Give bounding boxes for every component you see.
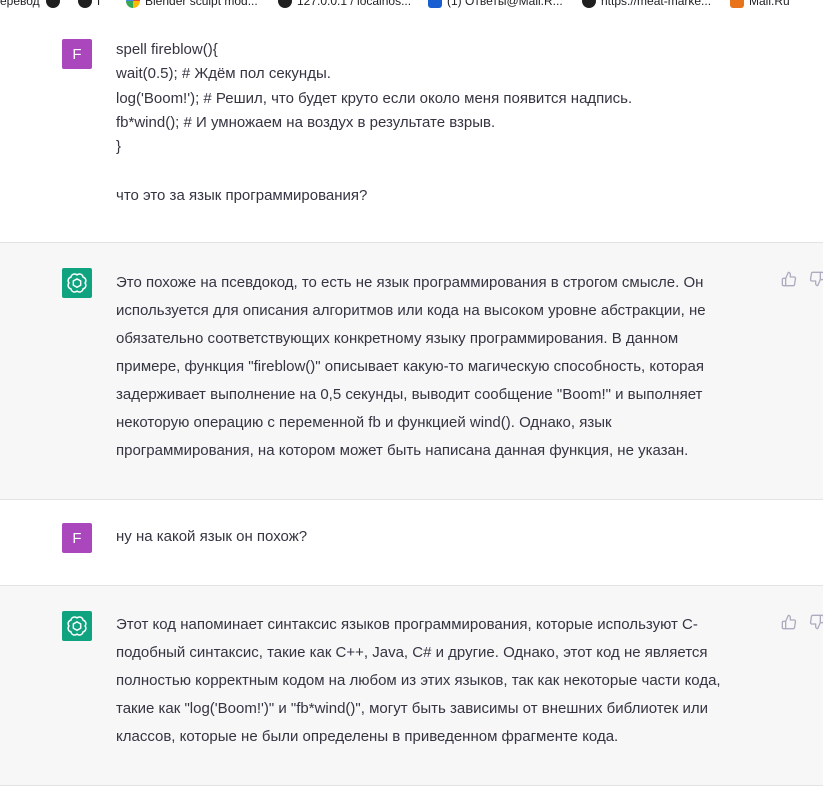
thumbs-up-icon[interactable]	[781, 614, 797, 630]
message-line: Этот код напоминает синтаксис языков про…	[116, 616, 698, 633]
message-line: log('Boom!'); # Решил, что будет круто е…	[116, 89, 633, 107]
message-line: }	[116, 138, 122, 156]
bookmark-label: (1) Ответы@Mail.R...	[447, 0, 563, 8]
feedback-buttons	[781, 271, 823, 287]
dark-circle-icon	[78, 0, 92, 8]
assistant-avatar	[62, 611, 92, 641]
user-avatar: F	[62, 39, 92, 69]
page-bottom	[0, 785, 823, 793]
thumbs-down-icon[interactable]	[809, 271, 823, 287]
message-line: wait(0.5); # Ждём пол секунды.	[116, 65, 331, 83]
bookmark-label: 127.0.0.1 / localhos...	[297, 0, 412, 8]
message-text: Этот код напоминает синтаксис языков про…	[116, 611, 756, 751]
bookmark-item[interactable]: https://meat-marke...	[582, 0, 711, 8]
message-line: используется для описания алгоритмов или…	[116, 302, 706, 319]
openai-logo-icon	[67, 273, 87, 293]
message-line: некоторую операцию с переменной fb и фун…	[116, 414, 612, 431]
bookmark-item[interactable]: еревод	[0, 0, 40, 8]
message-line: классов, которые не были определены в пр…	[116, 728, 619, 745]
message-line: такие как "log('Boom!')" и "fb*wind()", …	[116, 700, 709, 717]
openai-logo-icon	[67, 616, 87, 636]
user-message: F spell fireblow(){ wait(0.5); # Ждём по…	[0, 8, 823, 242]
message-line: Это похоже на псевдокод, то есть не язык…	[116, 274, 704, 291]
message-line	[116, 159, 632, 183]
bookmark-item[interactable]: Blender sculpt mod...	[126, 0, 258, 8]
thumbs-up-icon[interactable]	[781, 271, 797, 287]
dark-circle-icon	[582, 0, 596, 8]
mail-icon	[730, 0, 744, 8]
message-text: Это похоже на псевдокод, то есть не язык…	[116, 269, 756, 465]
feedback-buttons	[781, 614, 823, 630]
google-icon	[126, 0, 140, 8]
bookmark-item[interactable]: Mail.Ru	[730, 0, 790, 8]
bookmark-item[interactable]: Г	[78, 0, 104, 8]
bookmark-item[interactable]	[46, 0, 60, 8]
message-line: программирования, на котором может быть …	[116, 442, 689, 459]
message-line: задерживает выполнение на 0,5 секунды, в…	[116, 386, 703, 403]
message-text: ну на какой язык он похож?	[116, 528, 308, 545]
message-line: что это за язык программирования?	[116, 186, 368, 204]
assistant-avatar	[62, 268, 92, 298]
bookmark-label: еревод	[0, 0, 40, 8]
mail-icon	[428, 0, 442, 8]
message-line: примере, функция "fireblow()" описывает …	[116, 358, 704, 375]
bookmark-label: Blender sculpt mod...	[145, 0, 258, 8]
bookmark-label: Mail.Ru	[749, 0, 790, 8]
dark-circle-icon	[278, 0, 292, 8]
message-text: spell fireblow(){ wait(0.5); # Ждём пол …	[116, 38, 632, 208]
message-line: spell fireblow(){	[116, 41, 218, 58]
bookmark-item[interactable]: 127.0.0.1 / localhos...	[278, 0, 411, 8]
thumbs-down-icon[interactable]	[809, 614, 823, 630]
bookmarks-bar: еревод Г Blender sculpt mod... 127.0.0.1…	[0, 0, 823, 8]
message-line: полностью корректным кодом на любом из э…	[116, 672, 721, 689]
message-line: подобный синтаксис, такие как C++, Java,…	[116, 644, 708, 661]
avatar-letter: F	[72, 529, 82, 547]
user-message: F ну на какой язык он похож?	[0, 500, 823, 585]
message-line: обязательно соответствующих конкретному …	[116, 330, 679, 347]
bookmark-item[interactable]: (1) Ответы@Mail.R...	[428, 0, 563, 8]
message-line: fb*wind(); # И умножаем на воздух в резу…	[116, 113, 496, 131]
bookmark-label: https://meat-marke...	[601, 0, 712, 8]
dark-circle-icon	[46, 0, 60, 8]
avatar-letter: F	[72, 45, 82, 63]
user-avatar: F	[62, 523, 92, 553]
assistant-message: Этот код напоминает синтаксис языков про…	[0, 585, 823, 786]
bookmark-label: Г	[97, 0, 104, 8]
assistant-message: Это похоже на псевдокод, то есть не язык…	[0, 242, 823, 500]
